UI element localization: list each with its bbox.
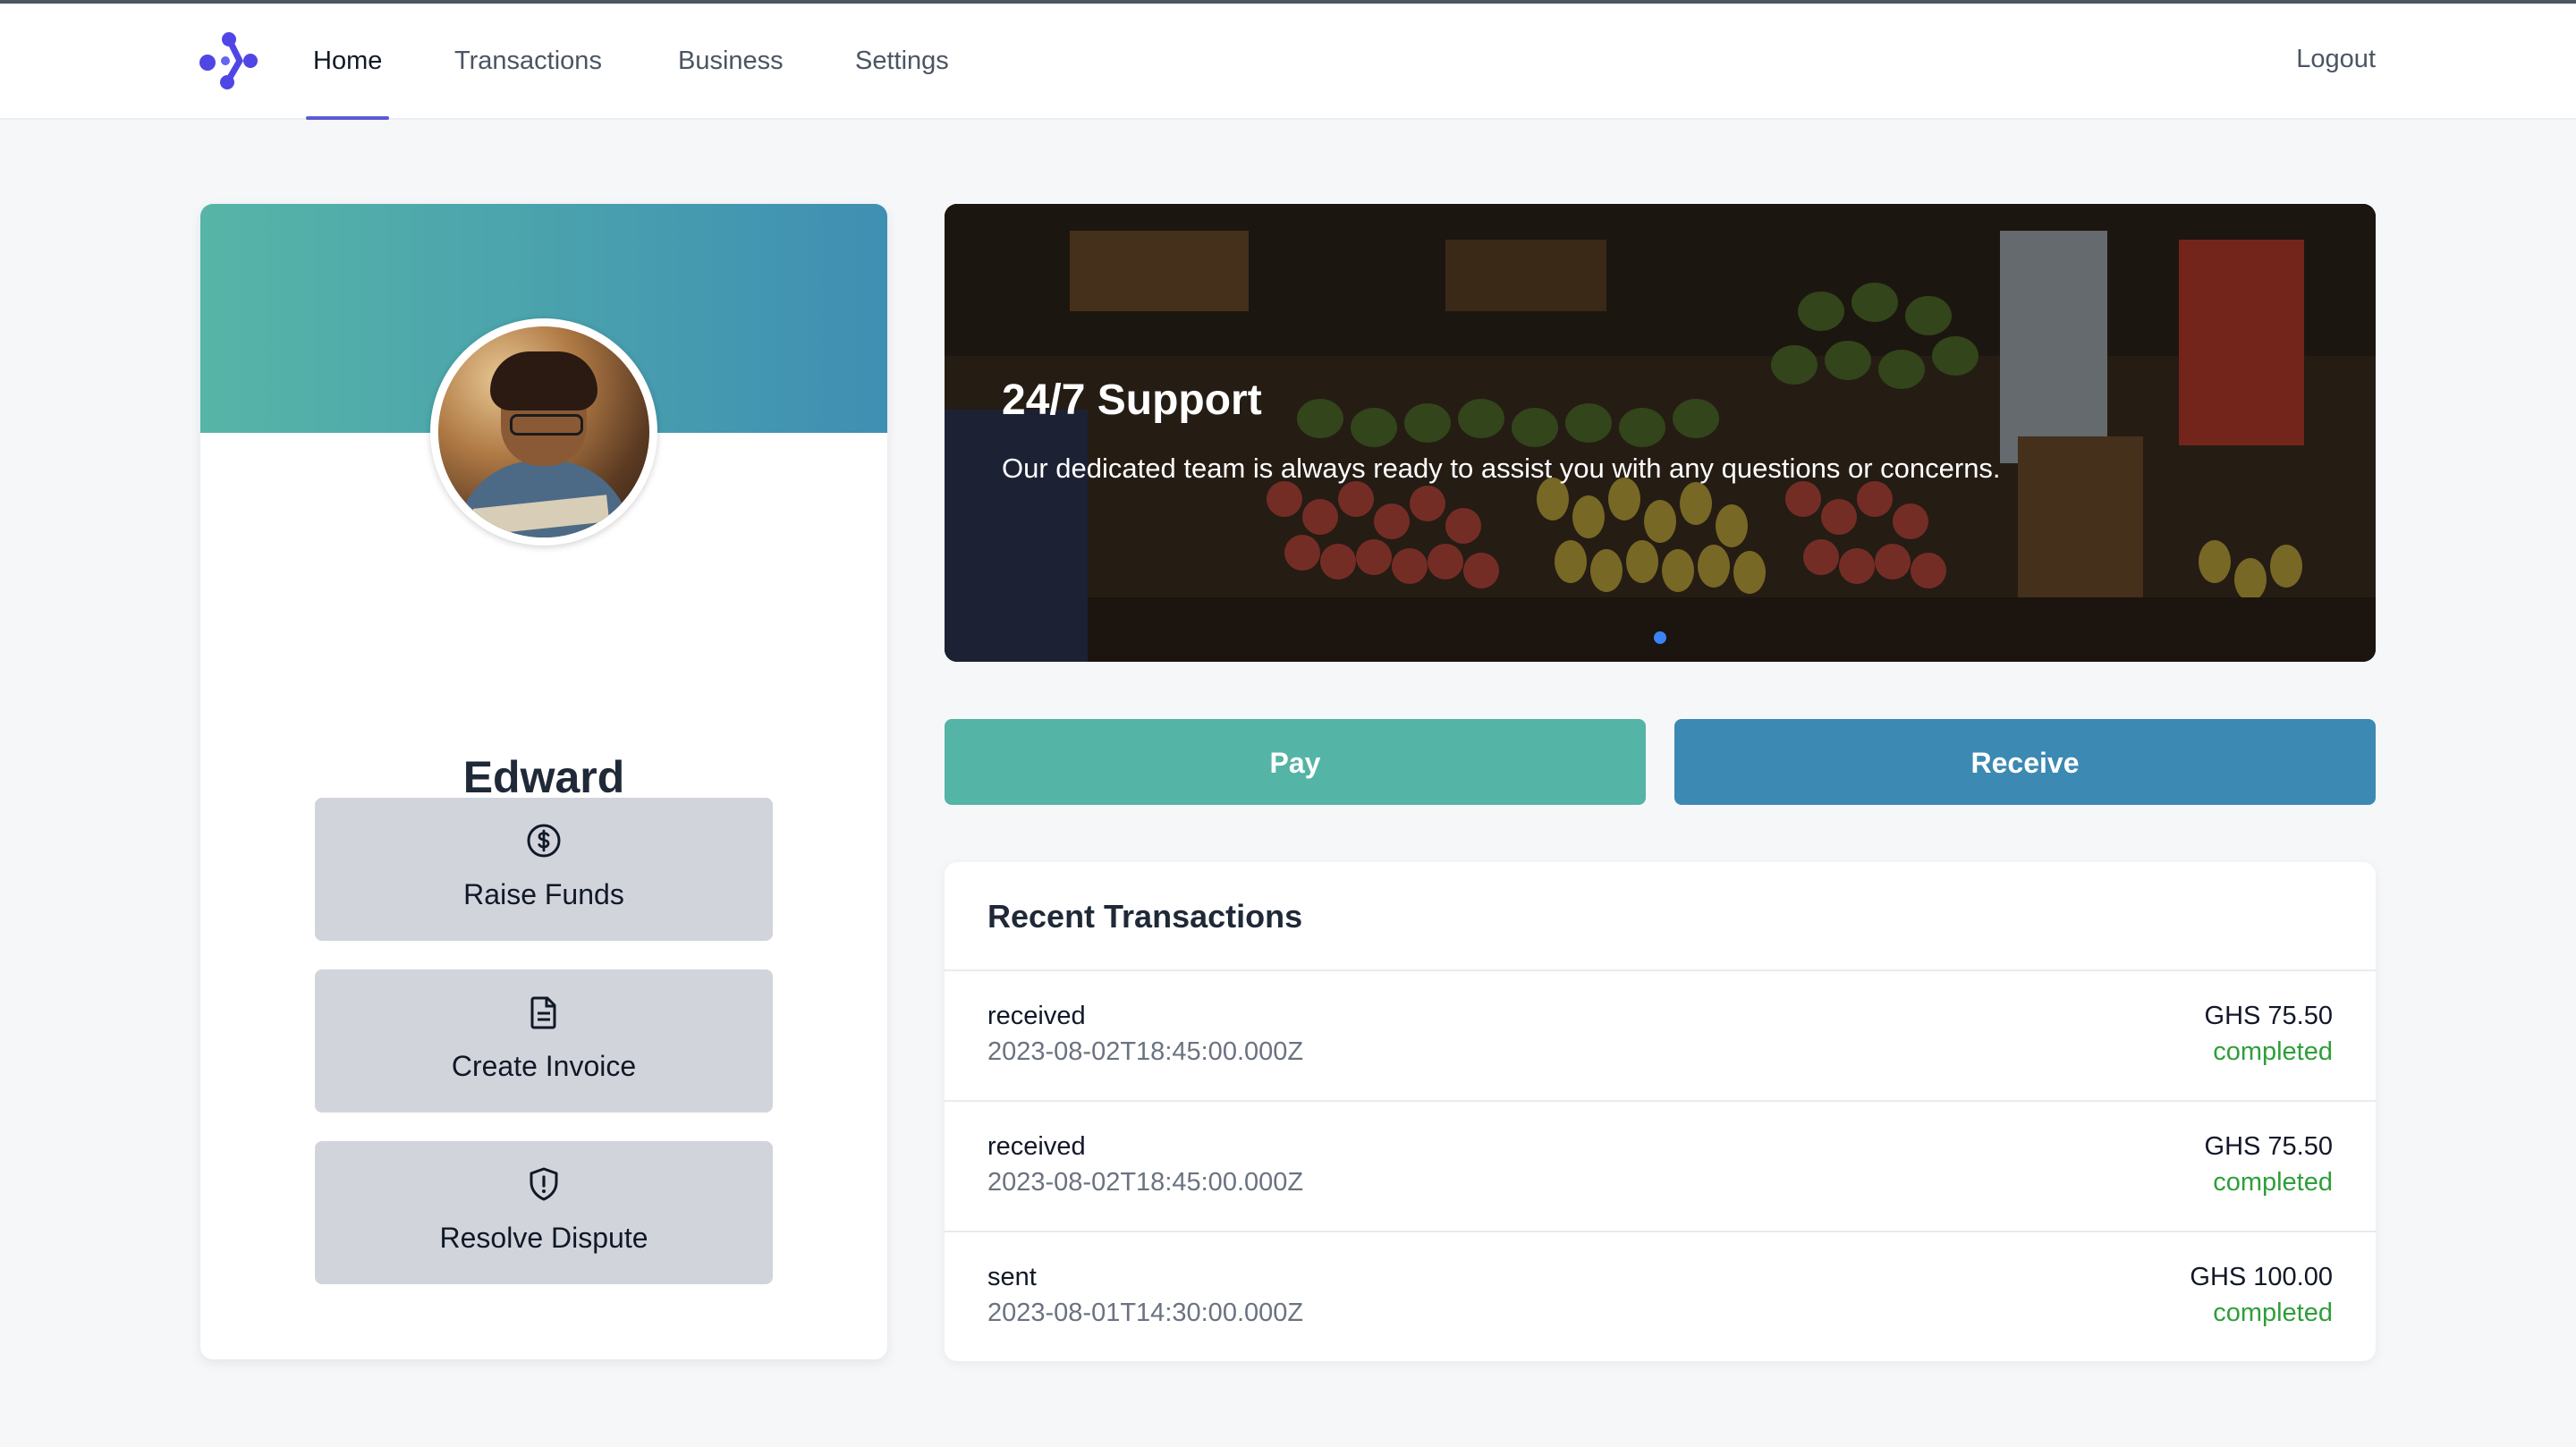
transaction-row[interactable]: received 2023-08-02T18:45:00.000Z GHS 75… (945, 1102, 2376, 1232)
transactions-header: Recent Transactions (945, 862, 2376, 971)
document-icon (530, 996, 556, 1029)
transaction-status: completed (2213, 1168, 2333, 1197)
recent-transactions-card: Recent Transactions received 2023-08-02T… (945, 862, 2376, 1361)
resolve-dispute-button[interactable]: Resolve Dispute (315, 1141, 773, 1284)
transaction-type: received (987, 1002, 1086, 1030)
hero-title: 24/7 Support (1002, 377, 1262, 424)
pay-button[interactable]: Pay (945, 719, 1646, 805)
transaction-type: received (987, 1132, 1086, 1161)
transaction-row[interactable]: received 2023-08-02T18:45:00.000Z GHS 75… (945, 971, 2376, 1102)
nav-item-settings[interactable]: Settings (855, 4, 949, 118)
create-invoice-label: Create Invoice (451, 1050, 637, 1082)
nav-item-home[interactable]: Home (305, 4, 390, 120)
transaction-status: completed (2213, 1299, 2333, 1327)
app-logo-icon[interactable] (199, 30, 263, 93)
transaction-status: completed (2213, 1037, 2333, 1066)
avatar (430, 318, 657, 546)
avatar-image (438, 326, 649, 537)
transaction-amount: GHS 75.50 (2204, 1132, 2333, 1161)
profile-card: Edward ed@mail.com Raise Funds Create In… (200, 204, 887, 1359)
transaction-amount: GHS 75.50 (2204, 1002, 2333, 1030)
transaction-amount: GHS 100.00 (2190, 1263, 2333, 1291)
nav-item-transactions[interactable]: Transactions (454, 4, 602, 118)
logout-link[interactable]: Logout (2296, 4, 2376, 118)
support-banner-carousel[interactable]: 24/7 Support Our dedicated team is alway… (945, 204, 2376, 662)
profile-name: Edward (462, 752, 625, 802)
transaction-date: 2023-08-01T14:30:00.000Z (987, 1299, 1304, 1327)
transactions-title: Recent Transactions (987, 898, 1303, 935)
raise-funds-button[interactable]: Raise Funds (315, 798, 773, 941)
receive-button[interactable]: Receive (1674, 719, 2376, 805)
raise-funds-label: Raise Funds (463, 878, 624, 910)
hero-subtitle: Our dedicated team is always ready to as… (1002, 453, 2001, 484)
transaction-type: sent (987, 1263, 1037, 1291)
carousel-indicator-dot[interactable] (1654, 631, 1666, 644)
transaction-date: 2023-08-02T18:45:00.000Z (987, 1037, 1304, 1066)
create-invoice-button[interactable]: Create Invoice (315, 969, 773, 1113)
transaction-date: 2023-08-02T18:45:00.000Z (987, 1168, 1304, 1197)
nav-item-business[interactable]: Business (678, 4, 784, 118)
dollar-circle-icon (527, 824, 561, 858)
resolve-dispute-label: Resolve Dispute (439, 1222, 648, 1254)
shield-alert-icon (530, 1167, 558, 1201)
transaction-row[interactable]: sent 2023-08-01T14:30:00.000Z GHS 100.00… (945, 1232, 2376, 1361)
top-navbar: Home Transactions Business Settings Logo… (0, 4, 2576, 120)
